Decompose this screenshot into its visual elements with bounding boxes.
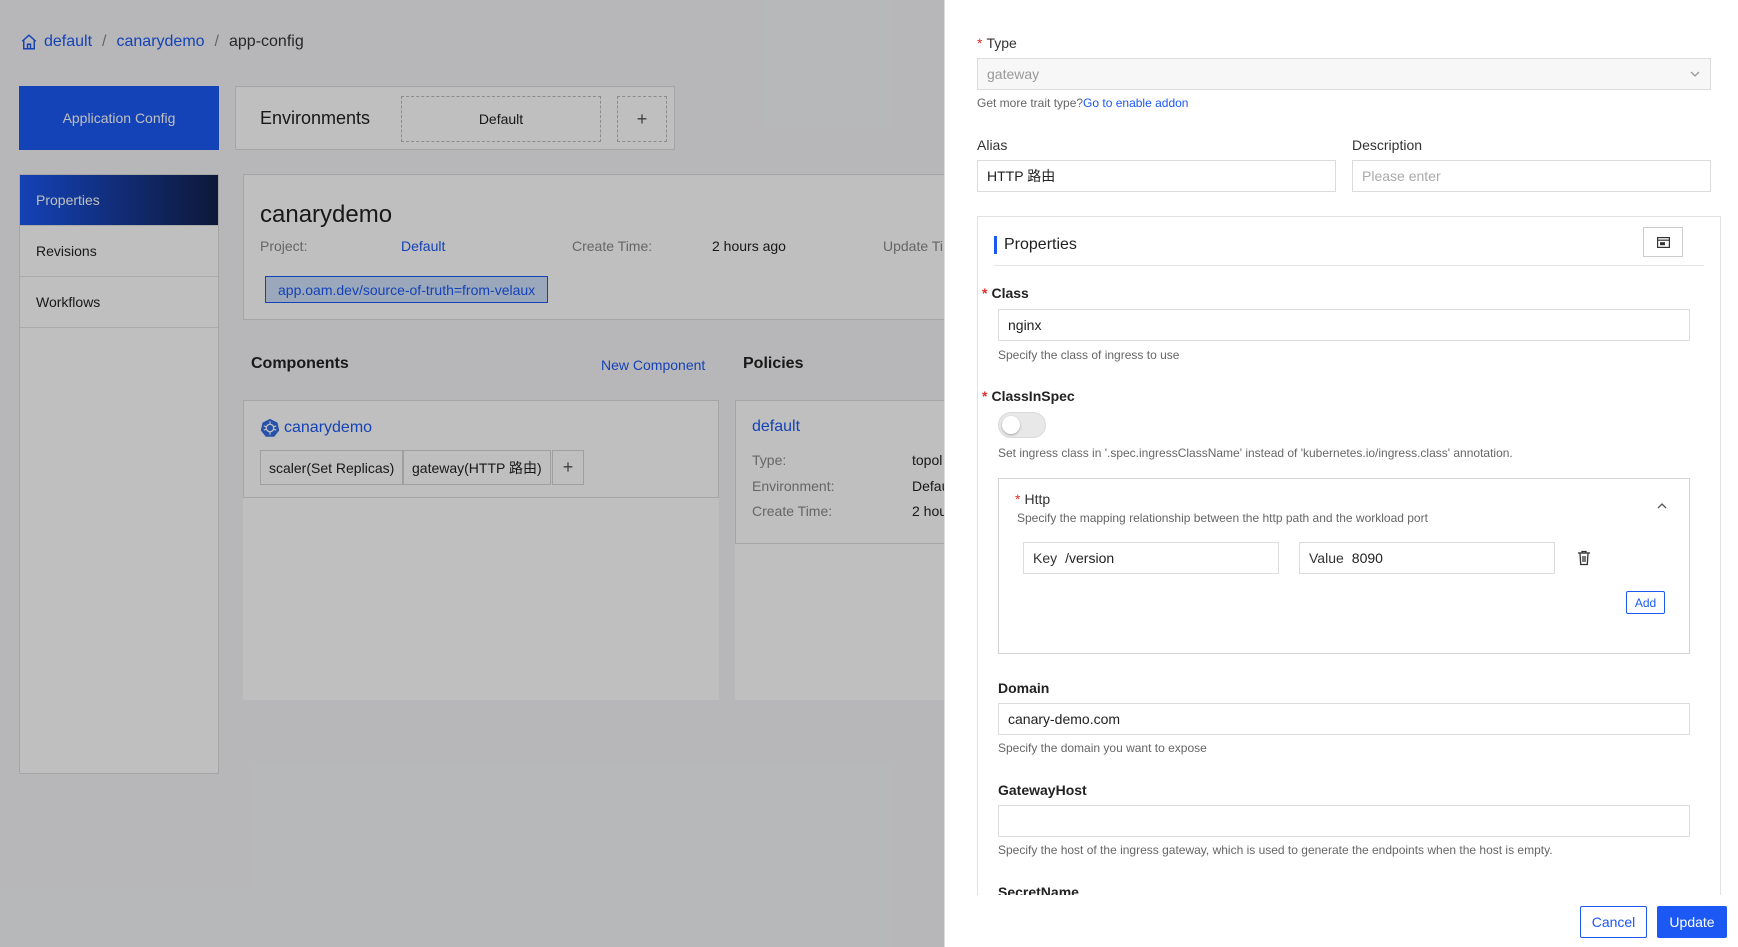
enable-addon-link[interactable]: Go to enable addon (1083, 96, 1188, 110)
edit-trait-drawer: * Type gateway Get more trait type?Go to … (944, 0, 1738, 947)
gatewayhost-label: GatewayHost (998, 782, 1087, 798)
properties-panel: Properties * Class nginx Specify the clas… (977, 216, 1721, 895)
add-http-mapping-button[interactable]: Add (1626, 591, 1665, 614)
http-key-input[interactable]: Key/version (1023, 542, 1279, 574)
trait-type-hint: Get more trait type?Go to enable addon (977, 96, 1189, 110)
code-view-icon (1656, 236, 1670, 248)
properties-title: Properties (994, 236, 1077, 254)
domain-label: Domain (998, 680, 1050, 696)
http-label: * Http (1015, 491, 1051, 507)
http-value-input[interactable]: Value 8090 (1299, 542, 1555, 574)
code-view-toggle-button[interactable] (1643, 227, 1683, 257)
http-hint: Specify the mapping relationship between… (1017, 511, 1428, 525)
chevron-up-icon[interactable] (1657, 501, 1667, 511)
properties-divider (994, 265, 1704, 266)
cancel-button[interactable]: Cancel (1580, 906, 1647, 938)
classinspec-hint: Set ingress class in '.spec.ingressClass… (998, 446, 1513, 460)
drawer-footer: Cancel Update (945, 895, 1738, 947)
type-label: * Type (977, 35, 1017, 51)
modal-overlay[interactable] (0, 0, 944, 947)
alias-input[interactable]: HTTP 路由 (977, 160, 1336, 192)
alias-label: Alias (977, 137, 1008, 153)
class-label: * Class (982, 285, 1029, 301)
drawer-body: * Type gateway Get more trait type?Go to … (945, 0, 1738, 895)
domain-hint: Specify the domain you want to expose (998, 741, 1207, 755)
gatewayhost-input[interactable] (998, 805, 1690, 837)
update-button[interactable]: Update (1657, 906, 1727, 938)
domain-input[interactable]: canary-demo.com (998, 703, 1690, 735)
chevron-down-icon (1690, 71, 1700, 77)
class-hint: Specify the class of ingress to use (998, 348, 1180, 362)
type-select[interactable]: gateway (977, 58, 1711, 90)
classinspec-label: * ClassInSpec (982, 388, 1075, 404)
trash-icon[interactable] (1577, 550, 1591, 566)
secretname-label: SecretName (998, 884, 1079, 895)
gatewayhost-hint: Specify the host of the ingress gateway,… (998, 843, 1553, 857)
description-label: Description (1352, 137, 1423, 153)
http-panel: * Http Specify the mapping relationship b… (998, 478, 1690, 654)
description-input[interactable]: Please enter (1352, 160, 1711, 192)
class-input[interactable]: nginx (998, 309, 1690, 341)
classinspec-toggle[interactable] (998, 412, 1046, 438)
